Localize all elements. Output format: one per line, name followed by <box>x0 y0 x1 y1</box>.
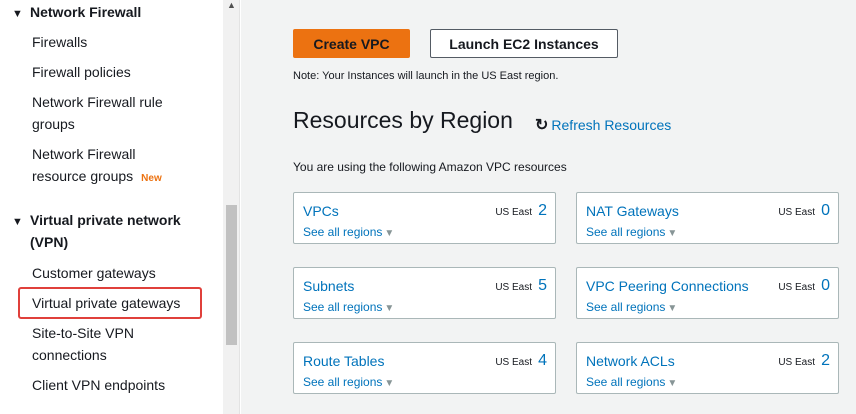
card-count[interactable]: 5 <box>538 277 547 295</box>
card-region: US East <box>495 357 532 368</box>
card-title-link[interactable]: VPCs <box>303 203 339 219</box>
launch-ec2-button[interactable]: Launch EC2 Instances <box>430 29 618 58</box>
card-title-link[interactable]: Subnets <box>303 278 354 294</box>
card-region: US East <box>778 282 815 293</box>
card-network-acls: Network ACLs US East 2 See all regions ▼ <box>576 342 839 394</box>
region-note: Note: Your Instances will launch in the … <box>293 70 559 82</box>
new-badge: New <box>141 173 162 184</box>
card-count[interactable]: 0 <box>821 202 830 220</box>
sidebar-item-firewalls[interactable]: Firewalls <box>32 31 87 53</box>
caret-down-icon: ▼ <box>667 378 678 389</box>
caret-down-icon: ▼ <box>384 303 395 314</box>
main-content: Create VPC Launch EC2 Instances Note: Yo… <box>241 0 856 414</box>
card-count[interactable]: 2 <box>538 202 547 220</box>
scrollbar-thumb[interactable] <box>226 205 237 345</box>
caret-down-icon: ▼ <box>12 8 23 20</box>
see-all-label: See all regions <box>303 225 383 239</box>
sidebar-scrollbar[interactable]: ▲ <box>223 0 240 414</box>
card-region: US East <box>778 357 815 368</box>
card-nat-gateways: NAT Gateways US East 0 See all regions ▼ <box>576 192 839 244</box>
see-all-regions-toggle[interactable]: See all regions ▼ <box>586 300 677 314</box>
see-all-regions-toggle[interactable]: See all regions ▼ <box>586 225 677 239</box>
card-title-link[interactable]: NAT Gateways <box>586 203 679 219</box>
sidebar-nav: ▼ Network Firewall Firewalls Firewall pol… <box>0 0 223 414</box>
card-title-link[interactable]: Route Tables <box>303 353 384 369</box>
sidebar-item-label: resource groups <box>32 168 134 184</box>
card-title-link[interactable]: VPC Peering Connections <box>586 278 749 294</box>
card-region: US East <box>495 282 532 293</box>
card-count[interactable]: 4 <box>538 352 547 370</box>
caret-down-icon: ▼ <box>667 303 678 314</box>
sidebar-item-firewall-policies[interactable]: Firewall policies <box>32 61 131 83</box>
sidebar-item-nfw-resource-groups[interactable]: Network Firewall resource groups New <box>32 143 162 190</box>
see-all-label: See all regions <box>303 300 383 314</box>
caret-down-icon: ▼ <box>384 378 395 389</box>
see-all-regions-toggle[interactable]: See all regions ▼ <box>586 375 677 389</box>
sidebar-item-client-vpn[interactable]: Client VPN endpoints <box>32 374 165 396</box>
sidebar-item-label: Network Firewall <box>32 146 136 162</box>
section-vpn[interactable]: ▼ Virtual private network (VPN) <box>12 209 181 253</box>
see-all-regions-toggle[interactable]: See all regions ▼ <box>303 300 394 314</box>
caret-down-icon: ▼ <box>12 216 23 228</box>
scroll-up-arrow-icon[interactable]: ▲ <box>227 0 236 10</box>
refresh-icon: ↻ <box>535 117 549 134</box>
see-all-label: See all regions <box>586 225 666 239</box>
refresh-label: Refresh Resources <box>551 117 672 133</box>
sidebar-item-label: Network Firewall rule <box>32 94 163 110</box>
card-route-tables: Route Tables US East 4 See all regions ▼ <box>293 342 556 394</box>
create-vpc-button[interactable]: Create VPC <box>293 29 410 58</box>
sidebar-item-virtual-private-gateways[interactable]: Virtual private gateways <box>32 292 180 314</box>
sidebar-item-label: connections <box>32 347 107 363</box>
caret-down-icon: ▼ <box>667 228 678 239</box>
caret-down-icon: ▼ <box>384 228 395 239</box>
section-network-firewall[interactable]: ▼ Network Firewall <box>12 1 141 25</box>
card-count[interactable]: 0 <box>821 277 830 295</box>
see-all-regions-toggle[interactable]: See all regions ▼ <box>303 225 394 239</box>
see-all-label: See all regions <box>586 300 666 314</box>
see-all-regions-toggle[interactable]: See all regions ▼ <box>303 375 394 389</box>
refresh-resources-link[interactable]: ↻ Refresh Resources <box>535 115 671 135</box>
card-count[interactable]: 2 <box>821 352 830 370</box>
card-region: US East <box>495 207 532 218</box>
sidebar-item-label: Site-to-Site VPN <box>32 325 134 341</box>
section-title: Virtual private network <box>30 212 181 228</box>
card-region: US East <box>778 207 815 218</box>
card-subnets: Subnets US East 5 See all regions ▼ <box>293 267 556 319</box>
see-all-label: See all regions <box>586 375 666 389</box>
section-title: (VPN) <box>30 234 69 250</box>
card-title-link[interactable]: Network ACLs <box>586 353 675 369</box>
page-title: Resources by Region <box>293 107 513 133</box>
card-vpc-peering: VPC Peering Connections US East 0 See al… <box>576 267 839 319</box>
sidebar-item-site-to-site-vpn[interactable]: Site-to-Site VPN connections <box>32 322 134 366</box>
resources-description: You are using the following Amazon VPC r… <box>293 160 567 174</box>
card-vpcs: VPCs US East 2 See all regions ▼ <box>293 192 556 244</box>
sidebar-item-label: groups <box>32 116 75 132</box>
sidebar-item-customer-gateways[interactable]: Customer gateways <box>32 262 156 284</box>
sidebar-item-nfw-rule-groups[interactable]: Network Firewall rule groups <box>32 91 163 135</box>
see-all-label: See all regions <box>303 375 383 389</box>
